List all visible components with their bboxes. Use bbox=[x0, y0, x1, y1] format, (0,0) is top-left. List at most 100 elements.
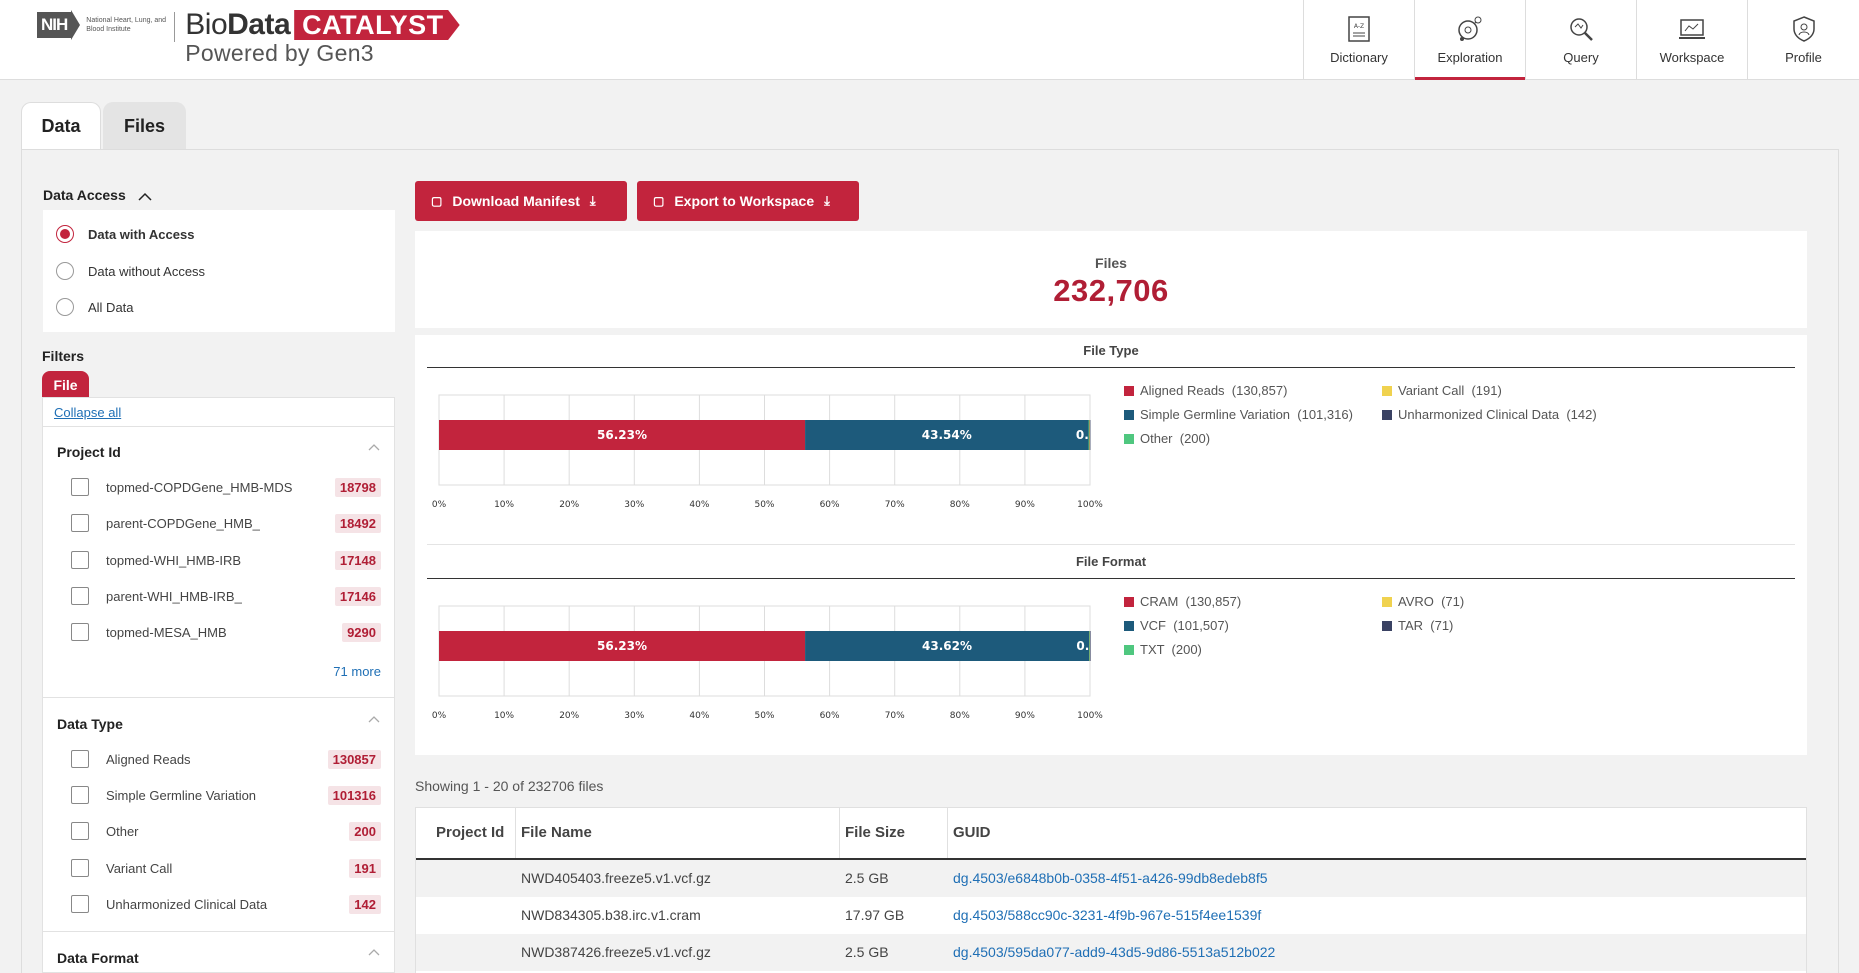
facet-option-label: parent-WHI_HMB-IRB_ bbox=[106, 588, 242, 604]
tick-label: 0% bbox=[432, 500, 447, 510]
count-badge: 101316 bbox=[327, 785, 381, 805]
count-badge: 200 bbox=[349, 821, 381, 841]
facet-option[interactable]: topmed-COPDGene_HMB-MDS 18798 bbox=[71, 476, 381, 498]
radio-all-data[interactable]: All Data bbox=[56, 298, 134, 316]
collapse-all-link[interactable]: Collapse all bbox=[54, 405, 121, 420]
legend-swatch bbox=[1124, 596, 1134, 607]
nav-exploration[interactable]: Exploration bbox=[1414, 0, 1525, 80]
tick-label: 80% bbox=[950, 711, 970, 721]
nav-workspace[interactable]: Workspace bbox=[1636, 0, 1747, 80]
facet-option[interactable]: topmed-WHI_HMB-IRB 17148 bbox=[71, 549, 381, 571]
facet-option-label: Variant Call bbox=[106, 860, 173, 876]
logo[interactable]: NIH National Heart, Lung, and Blood Inst… bbox=[37, 8, 460, 67]
nav-label: Query bbox=[1563, 50, 1599, 65]
filter-panel: Collapse all Project Id topmed-COPDGene_… bbox=[42, 397, 395, 973]
checkbox[interactable] bbox=[71, 750, 89, 768]
tick-label: 50% bbox=[754, 711, 774, 721]
facet-option[interactable]: Simple Germline Variation 101316 bbox=[71, 784, 381, 806]
bar-segment bbox=[1089, 420, 1091, 450]
cell-guid-link[interactable]: dg.4503/e6848b0b-0358-4f51-a426-99db8ede… bbox=[953, 860, 1268, 897]
checkbox[interactable] bbox=[71, 859, 89, 877]
tick-label: 30% bbox=[624, 500, 644, 510]
chevron-up-icon[interactable] bbox=[368, 714, 380, 726]
export-to-workspace-button[interactable]: ▢ Export to Workspace ⤓ bbox=[637, 181, 859, 221]
legend-item: Aligned Reads (130,857) bbox=[1124, 383, 1287, 398]
legend-item: TAR (71) bbox=[1382, 618, 1453, 633]
cell-guid-link[interactable]: dg.4503/588cc90c-3231-4f9b-967e-515f4ee1… bbox=[953, 897, 1261, 934]
charts-card: File Type 0% 10% 20% 30% 40% 50% 60% 70% 80% 90% 1… bbox=[415, 335, 1807, 755]
tick-label: 20% bbox=[559, 500, 579, 510]
nav-label: Exploration bbox=[1437, 50, 1503, 65]
download-icon: ⤓ bbox=[824, 193, 830, 208]
checkbox[interactable] bbox=[71, 551, 89, 569]
tick-label: 0% bbox=[432, 711, 447, 721]
files-count: 232,706 bbox=[1053, 273, 1169, 308]
download-manifest-button[interactable]: ▢ Download Manifest ⤓ bbox=[415, 181, 627, 221]
facet-option[interactable]: Aligned Reads 130857 bbox=[71, 748, 381, 770]
data-label: 43.62% bbox=[922, 639, 972, 653]
facet-title-project-id[interactable]: Project Id bbox=[57, 444, 121, 460]
tick-label: 100% bbox=[1077, 711, 1103, 721]
count-badge: 191 bbox=[349, 858, 381, 878]
logo-divider bbox=[174, 12, 176, 42]
tick-label: 60% bbox=[820, 711, 840, 721]
legend-swatch bbox=[1124, 409, 1134, 420]
facet-option[interactable]: parent-WHI_HMB-IRB_ 17146 bbox=[71, 585, 381, 607]
facet-option[interactable]: Unharmonized Clinical Data 142 bbox=[71, 893, 381, 915]
checkbox[interactable] bbox=[71, 895, 89, 913]
nav-label: Profile bbox=[1785, 50, 1822, 65]
count-badge: 18492 bbox=[334, 513, 381, 533]
checkbox[interactable] bbox=[71, 786, 89, 804]
radio-data-without-access[interactable]: Data without Access bbox=[56, 262, 205, 280]
show-more-link[interactable]: 71 more bbox=[333, 664, 381, 679]
nih-mark: NIH bbox=[37, 12, 72, 38]
table-row: NWD834305.b38.irc.v1.cram 17.97 GB dg.45… bbox=[416, 897, 1806, 934]
facet-option-label: Other bbox=[106, 823, 139, 839]
checkbox[interactable] bbox=[71, 514, 89, 532]
legend-label: Simple Germline Variation (101,316) bbox=[1140, 407, 1353, 422]
checkbox[interactable] bbox=[71, 478, 89, 496]
files-count-card: Files 232,706 bbox=[415, 231, 1807, 328]
svg-text:A-Z: A-Z bbox=[1354, 23, 1364, 30]
tick-label: 40% bbox=[689, 711, 709, 721]
column-header-project-id[interactable]: Project Id bbox=[436, 808, 504, 858]
chevron-up-icon[interactable] bbox=[368, 947, 380, 959]
data-label: 56.23% bbox=[597, 428, 647, 442]
checkbox[interactable] bbox=[71, 587, 89, 605]
tab-files[interactable]: Files bbox=[103, 102, 186, 150]
tick-label: 10% bbox=[494, 500, 514, 510]
facet-option[interactable]: topmed-MESA_HMB 9290 bbox=[71, 621, 381, 643]
files-label: Files bbox=[1095, 255, 1127, 271]
legend-item: Variant Call (191) bbox=[1382, 383, 1502, 398]
count-badge: 18798 bbox=[334, 477, 381, 497]
nav-label: Workspace bbox=[1659, 50, 1725, 65]
facet-option[interactable]: Other 200 bbox=[71, 820, 381, 842]
brand-catalyst: CATALYST bbox=[294, 10, 460, 40]
button-label: Download Manifest bbox=[452, 193, 580, 209]
nav-profile[interactable]: Profile bbox=[1747, 0, 1859, 80]
facet-title-data-type[interactable]: Data Type bbox=[57, 716, 123, 732]
facet-option[interactable]: Variant Call 191 bbox=[71, 857, 381, 879]
nav-query[interactable]: Query bbox=[1525, 0, 1636, 80]
count-badge: 130857 bbox=[327, 749, 381, 769]
tab-data[interactable]: Data bbox=[21, 102, 101, 150]
chevron-up-icon[interactable] bbox=[368, 442, 380, 454]
radio-label: Data without Access bbox=[88, 263, 206, 279]
tick-label: 100% bbox=[1077, 500, 1103, 510]
checkbox[interactable] bbox=[71, 822, 89, 840]
cell-guid-link[interactable]: dg.4503/595da077-add9-43d5-9d86-5513a512… bbox=[953, 934, 1275, 971]
data-access-title[interactable]: Data Access bbox=[43, 187, 152, 204]
column-header-file-name[interactable]: File Name bbox=[521, 808, 592, 858]
column-header-file-size[interactable]: File Size bbox=[845, 808, 905, 858]
radio-icon bbox=[56, 298, 74, 316]
legend-swatch bbox=[1124, 385, 1134, 396]
facet-option-label: topmed-MESA_HMB bbox=[106, 624, 227, 640]
legend-label: Other (200) bbox=[1140, 431, 1211, 446]
filter-tab-file[interactable]: File bbox=[42, 371, 89, 398]
checkbox[interactable] bbox=[71, 623, 89, 641]
facet-option[interactable]: parent-COPDGene_HMB_ 18492 bbox=[71, 512, 381, 534]
radio-data-with-access[interactable]: Data with Access bbox=[56, 225, 194, 243]
column-header-guid[interactable]: GUID bbox=[953, 808, 991, 858]
nav-dictionary[interactable]: A-Z Dictionary bbox=[1303, 0, 1414, 80]
facet-title-data-format[interactable]: Data Format bbox=[57, 950, 139, 966]
